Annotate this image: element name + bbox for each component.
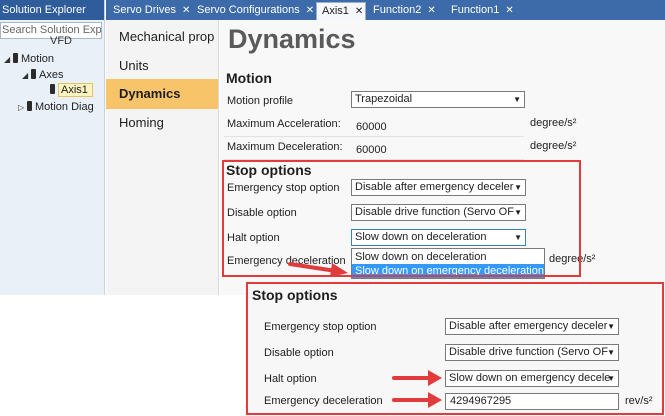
red-arrow-icon xyxy=(288,262,348,276)
close-icon[interactable]: ✕ xyxy=(182,5,190,16)
chevron-down-icon: ▼ xyxy=(513,95,521,104)
motion-profile-select[interactable]: Trapezoidal ▼ xyxy=(351,91,525,108)
category-homing[interactable]: Homing xyxy=(106,108,218,138)
close-icon[interactable]: ✕ xyxy=(427,5,435,16)
tree-item-label: Axis1 xyxy=(58,83,93,97)
motion-heading: Motion xyxy=(226,70,272,86)
tree-item-label: Axes xyxy=(39,69,64,81)
tree-item-label: Motion xyxy=(21,53,55,65)
tree-item-motion[interactable]: ◢ Motion xyxy=(4,52,54,67)
category-units[interactable]: Units xyxy=(106,51,218,81)
document-tab-strip: Servo Drives ✕ Servo Configurations ✕ Axis… xyxy=(106,0,665,20)
tree-item-label: Motion Diag xyxy=(35,101,94,113)
close-icon[interactable]: ✕ xyxy=(306,5,314,16)
tree-item-motion-diag[interactable]: ▷ Motion Diag xyxy=(18,100,94,115)
divider xyxy=(224,136,524,137)
tab-label: Servo Configurations xyxy=(197,4,300,16)
tab-servo-drives[interactable]: Servo Drives ✕ xyxy=(108,2,190,20)
page-title: Dynamics xyxy=(228,24,356,54)
tree-item-axes[interactable]: ◢ Axes xyxy=(22,68,63,83)
tab-label: Axis1 xyxy=(322,5,349,17)
max-acceleration-label: Maximum Acceleration: xyxy=(227,118,341,130)
category-dynamics[interactable]: Dynamics xyxy=(106,79,218,109)
max-acceleration-input[interactable]: 60000 xyxy=(356,121,387,133)
highlight-box xyxy=(222,160,581,277)
expand-triangle-icon[interactable]: ▷ xyxy=(18,100,27,115)
max-deceleration-unit: degree/s² xyxy=(530,140,577,152)
collapse-triangle-icon[interactable]: ◢ xyxy=(22,68,31,83)
tab-label: Servo Drives xyxy=(113,4,176,16)
tab-function1[interactable]: Function1 ✕ xyxy=(446,2,514,20)
tab-axis1[interactable]: Axis1 ✕ xyxy=(316,2,366,20)
max-acceleration-unit: degree/s² xyxy=(530,117,577,129)
tab-label: Function1 xyxy=(451,4,500,16)
motion-profile-label: Motion profile xyxy=(227,95,294,107)
tab-label: Function2 xyxy=(373,4,422,16)
combo-value: Trapezoidal xyxy=(355,93,413,105)
app-window: Solution Explorer Search Solution Explo … xyxy=(0,0,665,416)
device-icon xyxy=(31,69,36,79)
tree-item-axis1[interactable]: Axis1 xyxy=(50,83,93,98)
device-icon xyxy=(27,101,32,111)
device-icon xyxy=(13,53,18,63)
category-mechanical-properties[interactable]: Mechanical prop xyxy=(106,22,218,52)
tree-item-label: VFD xyxy=(50,35,72,47)
collapse-triangle-icon[interactable]: ◢ xyxy=(4,52,13,67)
close-icon[interactable]: ✕ xyxy=(505,5,513,16)
red-arrow-icon xyxy=(392,370,442,386)
zoom-highlight-box xyxy=(246,282,664,415)
device-icon xyxy=(50,84,55,94)
solution-explorer-title: Solution Explorer xyxy=(0,0,104,20)
solution-explorer-panel: Solution Explorer Search Solution Explo … xyxy=(0,0,105,295)
max-deceleration-label: Maximum Deceleration: xyxy=(227,141,343,153)
category-list: Mechanical prop Units Dynamics Homing xyxy=(106,20,219,295)
max-deceleration-input[interactable]: 60000 xyxy=(356,144,387,156)
red-arrow-icon xyxy=(392,392,442,408)
close-icon[interactable]: ✕ xyxy=(355,6,363,17)
tab-servo-configurations[interactable]: Servo Configurations ✕ xyxy=(192,2,314,20)
tree-item-vfd[interactable]: VFD xyxy=(50,34,72,49)
tab-function2[interactable]: Function2 ✕ xyxy=(368,2,436,20)
